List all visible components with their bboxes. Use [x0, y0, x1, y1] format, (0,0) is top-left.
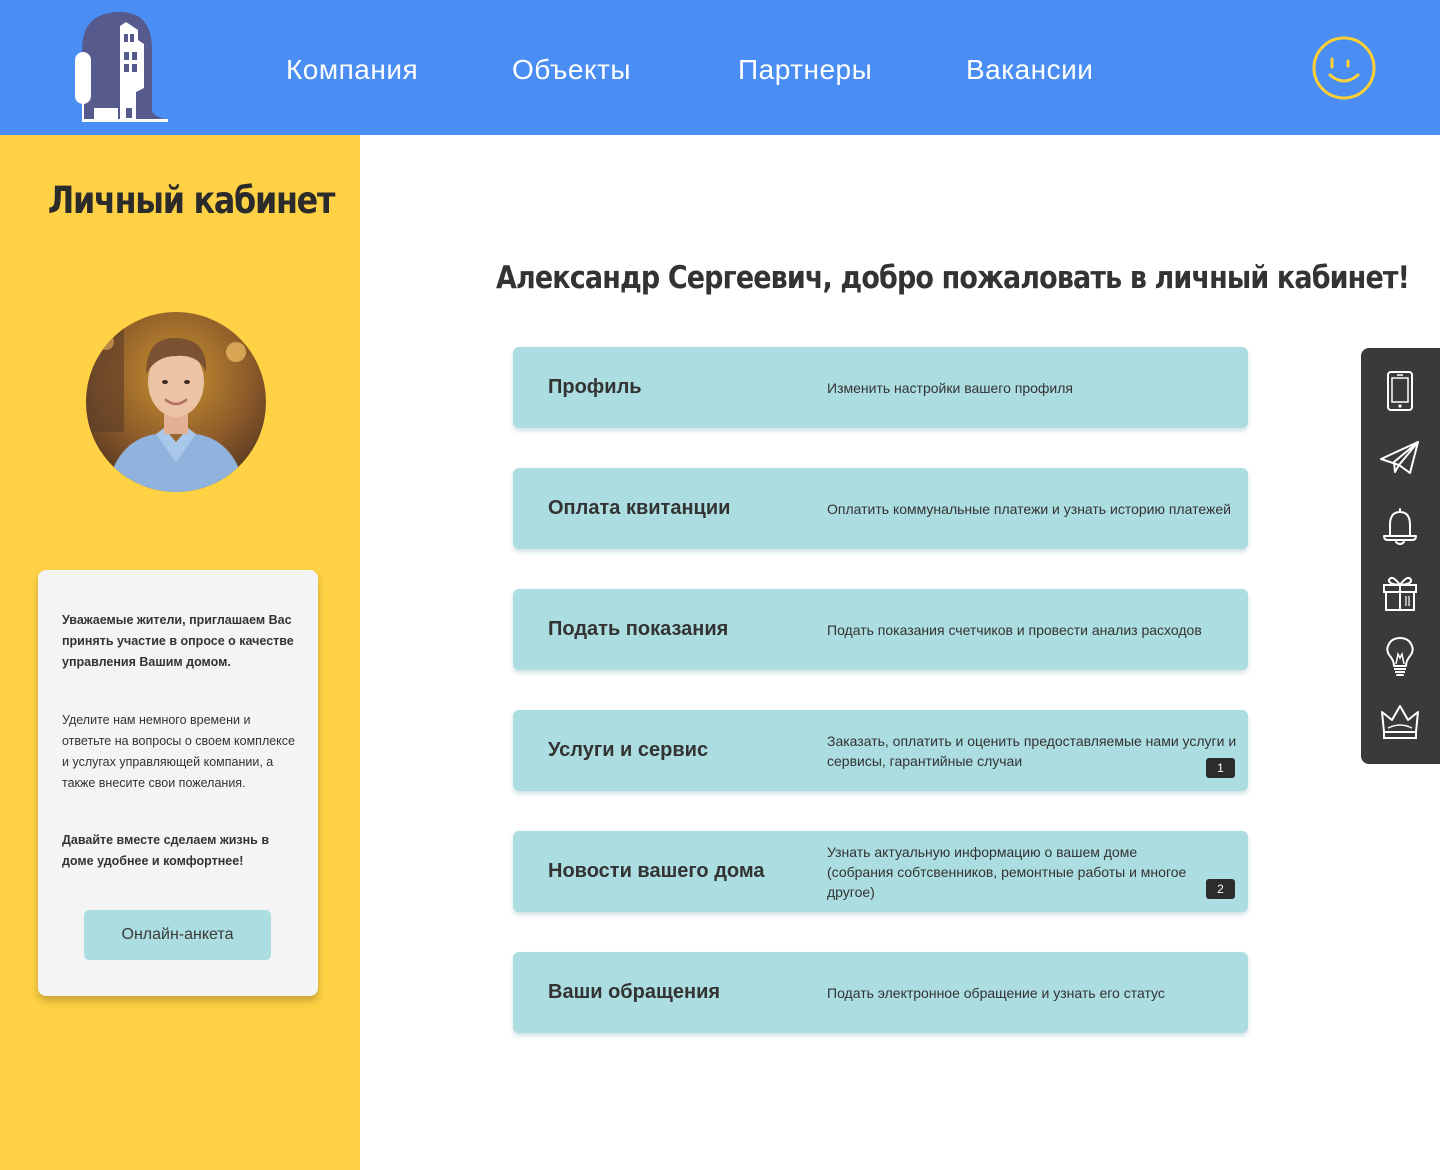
nav-vacancies[interactable]: Вакансии	[966, 50, 1093, 90]
card-description: Изменить настройки вашего профиля	[827, 379, 1073, 396]
card-description: Заказать, оплатить и оценить предоставля…	[827, 732, 1237, 769]
card-description: Подать электронное обращение и узнать ег…	[827, 984, 1165, 1001]
card-description: Подать показания счетчиков и провести ан…	[827, 621, 1202, 638]
survey-body: Уделите нам немного времени и ответьте н…	[62, 713, 295, 790]
tablet-icon[interactable]	[1378, 369, 1422, 413]
card-profile[interactable]: Профиль Изменить настройки вашего профил…	[513, 347, 1248, 428]
gift-icon[interactable]	[1378, 570, 1422, 614]
nav-objects[interactable]: Объекты	[512, 50, 631, 90]
nav-company[interactable]: Компания	[286, 50, 418, 90]
card-payment[interactable]: Оплата квитанции Оплатить коммунальные п…	[513, 468, 1248, 549]
card-title: Услуги и сервис	[548, 739, 709, 761]
sidebar-title: Личный кабинет	[47, 179, 336, 222]
card-meter-readings[interactable]: Подать показания Подать показания счетчи…	[513, 589, 1248, 670]
survey-card: Уважаемые жители, приглашаем Вас принять…	[38, 570, 318, 996]
notification-badge: 1	[1206, 758, 1235, 778]
lightbulb-icon[interactable]	[1378, 634, 1422, 678]
survey-closing: Давайте вместе сделаем жизнь в доме удоб…	[62, 833, 270, 868]
top-navigation-bar: Компания Объекты Партнеры Вакансии	[0, 0, 1440, 135]
card-title: Ваши обращения	[548, 981, 721, 1003]
page-title: Александр Сергеевич, добро пожаловать в …	[496, 260, 1410, 296]
notification-badge: 2	[1206, 879, 1235, 899]
building-icon[interactable]	[72, 12, 168, 122]
card-title: Оплата квитанции	[548, 497, 731, 519]
smiley-icon[interactable]	[1311, 35, 1377, 101]
card-title: Профиль	[548, 376, 642, 398]
crown-icon[interactable]	[1378, 700, 1422, 744]
nav-partners[interactable]: Партнеры	[738, 50, 872, 90]
quick-actions-toolbar	[1361, 348, 1440, 764]
card-title: Новости вашего дома	[548, 860, 765, 882]
card-requests[interactable]: Ваши обращения Подать электронное обраще…	[513, 952, 1248, 1033]
card-description: Узнать актуальную информацию о вашем дом…	[827, 843, 1187, 900]
card-services[interactable]: Услуги и сервис Заказать, оплатить и оце…	[513, 710, 1248, 791]
paper-plane-icon[interactable]	[1378, 435, 1422, 479]
card-house-news[interactable]: Новости вашего дома Узнать актуальную ин…	[513, 831, 1248, 912]
avatar	[86, 312, 266, 492]
bell-icon[interactable]	[1378, 504, 1422, 548]
card-description: Оплатить коммунальные платежи и узнать и…	[827, 500, 1231, 517]
card-title: Подать показания	[548, 618, 729, 640]
survey-intro: Уважаемые жители, приглашаем Вас принять…	[62, 613, 294, 669]
sidebar: Личный кабинет Уважаемые жители, приглаш…	[0, 135, 360, 1170]
online-survey-button[interactable]: Онлайн-анкета	[84, 910, 271, 960]
